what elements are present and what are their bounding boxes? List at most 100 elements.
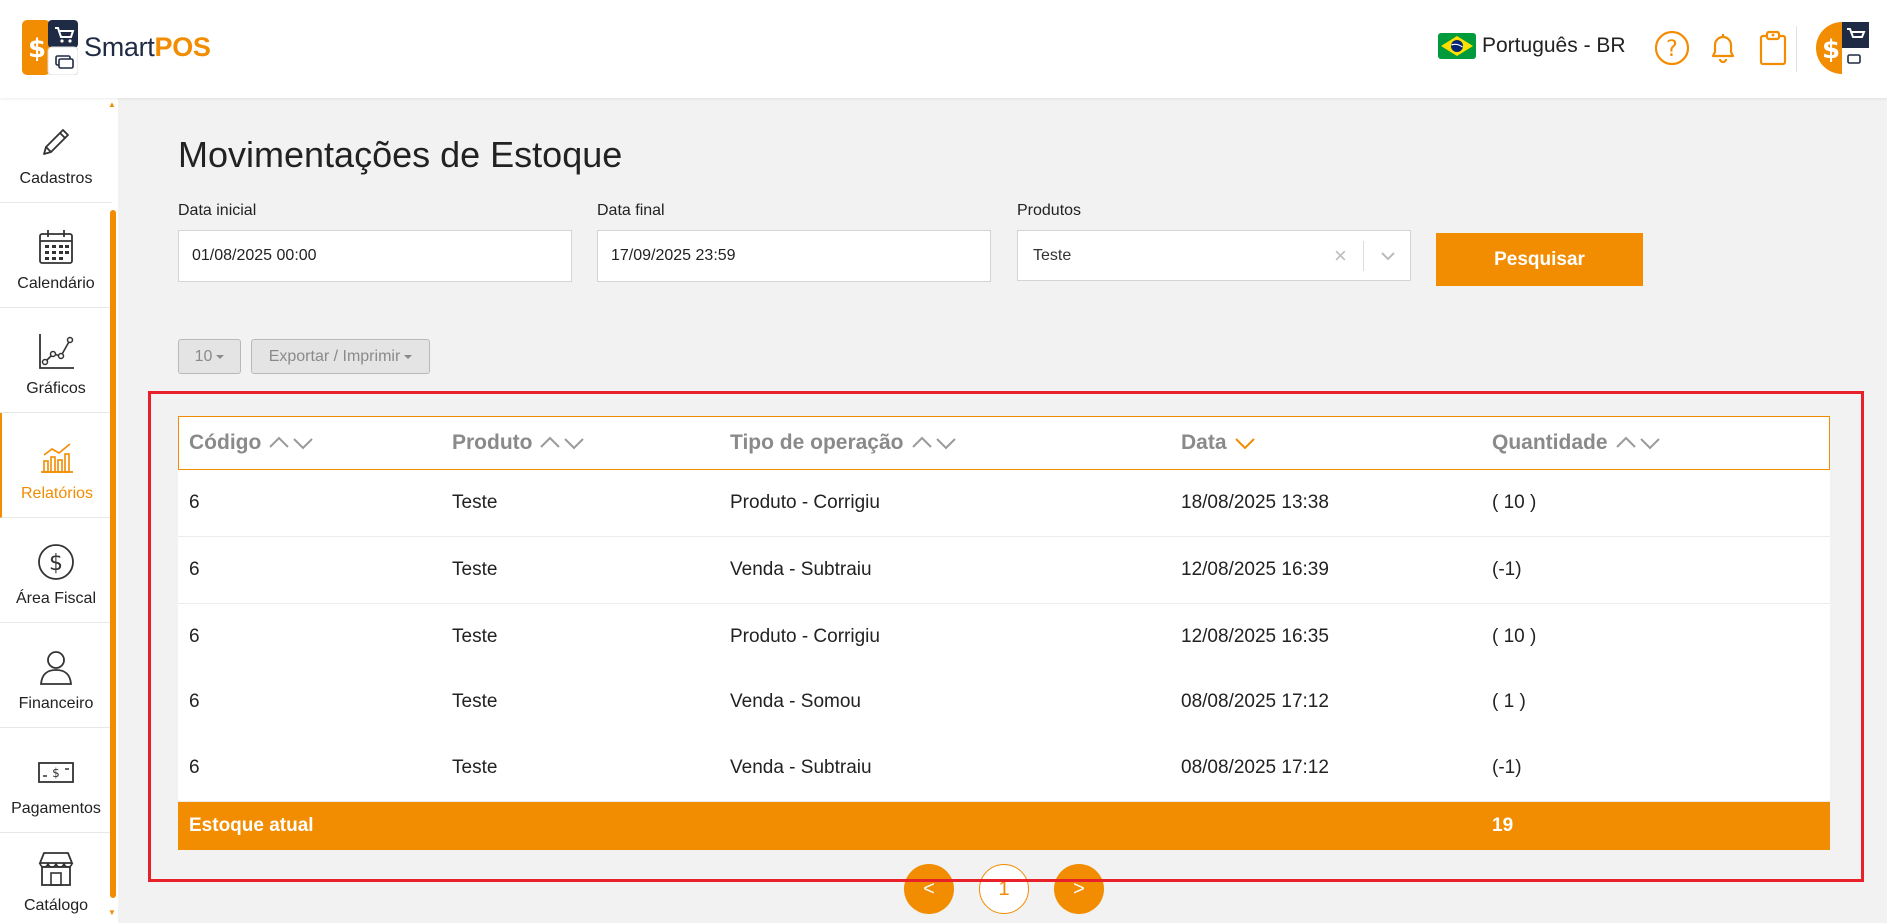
table-row[interactable]: 6 Teste Venda - Somou 08/08/2025 17:12 (… [178, 669, 1830, 736]
current-stock-value: 19 [1492, 815, 1514, 836]
svg-text:$: $ [1822, 35, 1840, 65]
select-separator [1363, 241, 1364, 271]
cell-produto: Teste [452, 757, 498, 778]
table-top-divider [178, 393, 1828, 394]
svg-text:$: $ [28, 34, 46, 64]
cell-produto: Teste [452, 492, 498, 513]
brazil-flag-icon [1438, 33, 1476, 59]
cell-quantidade: ( 10 ) [1492, 492, 1537, 513]
cell-quantidade: ( 1 ) [1492, 691, 1526, 712]
calendar-icon [39, 230, 73, 264]
user-avatar[interactable]: $ [1815, 22, 1869, 74]
cell-quantidade: (-1) [1492, 757, 1522, 778]
cell-data: 08/08/2025 17:12 [1181, 757, 1329, 778]
sidebar-scroll-down-icon[interactable]: ▼ [108, 908, 116, 917]
cell-quantidade: ( 10 ) [1492, 626, 1537, 647]
table-row[interactable]: 6 Teste Venda - Subtraiu 08/08/2025 17:1… [178, 735, 1830, 802]
sidebar-item-label: Relatórios [20, 485, 94, 502]
export-print-dropdown[interactable]: Exportar / Imprimir [251, 339, 430, 374]
sidebar-scroll-up-icon[interactable]: ▲ [108, 100, 116, 109]
caret-down-icon [216, 354, 225, 359]
table-header-row: Código Produto Tipo de operação Data Qua… [178, 416, 1830, 470]
products-label: Produtos [1017, 202, 1082, 219]
table-row[interactable]: 6 Teste Produto - Corrigiu 18/08/2025 13… [178, 470, 1830, 537]
sidebar-scrollbar[interactable] [110, 210, 116, 898]
page-number-button[interactable]: 1 [979, 864, 1029, 914]
banknote-icon: $ [38, 762, 74, 783]
clipboard-icon[interactable] [1753, 28, 1793, 68]
page-title: Movimentações de Estoque [178, 134, 623, 175]
cell-tipo-operacao: Produto - Corrigiu [730, 492, 880, 513]
smartpos-logo-icon: $ [22, 20, 78, 75]
table-footer-row: Estoque atual 19 [178, 802, 1830, 850]
products-selected-value: Teste [1033, 246, 1072, 264]
sort-asc-desc-icon[interactable] [1614, 433, 1662, 453]
app-logo[interactable]: $ SmartPOS [22, 20, 211, 75]
cell-codigo: 6 [189, 691, 200, 712]
cell-data: 18/08/2025 13:38 [1181, 492, 1329, 513]
end-date-value: 17/09/2025 23:59 [611, 247, 736, 264]
cell-codigo: 6 [189, 492, 200, 513]
end-date-label: Data final [597, 202, 665, 219]
help-icon[interactable]: ? [1652, 28, 1692, 68]
sidebar-item-pagamentos[interactable]: $ Pagamentos [0, 728, 112, 833]
bell-icon[interactable] [1703, 28, 1743, 68]
table-row[interactable]: 6 Teste Produto - Corrigiu 12/08/2025 16… [178, 604, 1830, 671]
cell-tipo-operacao: Venda - Subtraiu [730, 559, 872, 580]
end-date-input[interactable]: 17/09/2025 23:59 [597, 230, 991, 282]
sidebar-item-label: Financeiro [18, 695, 94, 712]
sidebar: Cadastros Calendário Gráficos Relatórios [0, 98, 118, 923]
cell-produto: Teste [452, 691, 498, 712]
cell-tipo-operacao: Produto - Corrigiu [730, 626, 880, 647]
sort-desc-active-icon[interactable] [1233, 433, 1257, 453]
sort-asc-desc-icon[interactable] [910, 433, 958, 453]
cell-data: 12/08/2025 16:35 [1181, 626, 1329, 647]
sidebar-item-catalogo[interactable]: Catálogo [0, 833, 112, 923]
sidebar-item-calendario[interactable]: Calendário [0, 203, 112, 308]
page-size-dropdown[interactable]: 10 [178, 339, 241, 374]
sidebar-item-relatorios[interactable]: Relatórios [0, 413, 112, 518]
bar-chart-icon [41, 443, 73, 473]
sidebar-item-label: Calendário [17, 275, 95, 292]
language-selector[interactable]: Português - BR [1438, 33, 1626, 59]
cell-tipo-operacao: Venda - Somou [730, 691, 861, 712]
chevron-down-icon[interactable] [1379, 247, 1397, 265]
table-row[interactable]: 6 Teste Venda - Subtraiu 12/08/2025 16:3… [178, 537, 1830, 604]
cell-data: 08/08/2025 17:12 [1181, 691, 1329, 712]
column-header-data[interactable]: Data [1181, 417, 1257, 469]
language-label: Português - BR [1482, 34, 1626, 57]
sort-asc-desc-icon[interactable] [267, 433, 315, 453]
export-label: Exportar / Imprimir [268, 347, 401, 365]
start-date-input[interactable]: 01/08/2025 00:00 [178, 230, 572, 282]
column-header-tipo-operacao[interactable]: Tipo de operação [730, 417, 958, 469]
cell-data: 12/08/2025 16:39 [1181, 559, 1329, 580]
search-button[interactable]: Pesquisar [1436, 233, 1643, 286]
sidebar-item-area-fiscal[interactable]: $ Área Fiscal [0, 518, 112, 623]
start-date-label: Data inicial [178, 202, 257, 219]
sidebar-item-label: Cadastros [19, 170, 93, 187]
column-header-produto[interactable]: Produto [452, 417, 586, 469]
top-header: $ SmartPOS Português - BR ? $ [0, 0, 1887, 98]
next-page-button[interactable]: > [1054, 864, 1104, 914]
sidebar-item-label: Área Fiscal [15, 590, 97, 607]
svg-text:$: $ [49, 551, 63, 576]
cell-codigo: 6 [189, 757, 200, 778]
prev-page-button[interactable]: < [904, 864, 954, 914]
column-header-quantidade[interactable]: Quantidade [1492, 417, 1662, 469]
svg-text:?: ? [1666, 37, 1678, 62]
products-select[interactable]: Teste × [1017, 230, 1411, 281]
cell-quantidade: (-1) [1492, 559, 1522, 580]
cell-produto: Teste [452, 559, 498, 580]
sidebar-item-label: Catálogo [23, 897, 89, 914]
sort-asc-desc-icon[interactable] [538, 433, 586, 453]
sidebar-item-label: Pagamentos [11, 800, 101, 817]
page-size-value: 10 [194, 347, 213, 365]
sidebar-item-cadastros[interactable]: Cadastros [0, 98, 112, 203]
sidebar-item-graficos[interactable]: Gráficos [0, 308, 112, 413]
cell-codigo: 6 [189, 626, 200, 647]
sidebar-item-financeiro[interactable]: Financeiro [0, 623, 112, 728]
clear-icon[interactable]: × [1334, 243, 1347, 269]
start-date-value: 01/08/2025 00:00 [192, 247, 317, 264]
dollar-circle-icon: $ [38, 544, 74, 580]
column-header-codigo[interactable]: Código [189, 417, 315, 469]
